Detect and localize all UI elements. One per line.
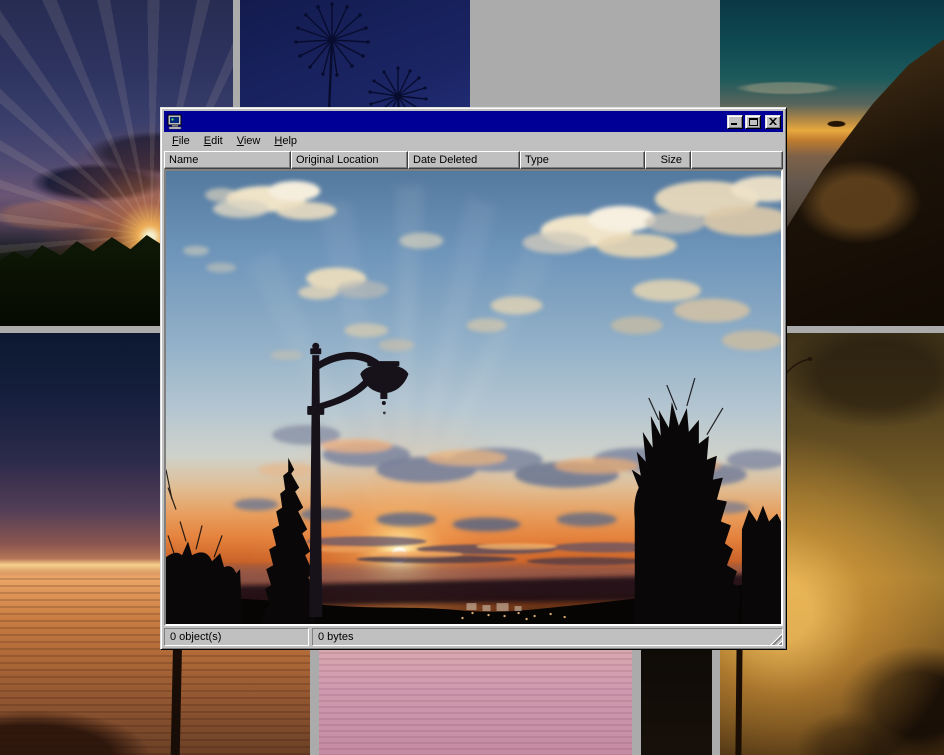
desktop: File Edit View Help Name Original Locati…	[0, 0, 944, 755]
maximize-icon	[749, 118, 758, 126]
menu-edit[interactable]: Edit	[197, 133, 230, 150]
column-header-size[interactable]: Size	[645, 151, 691, 169]
resize-grip[interactable]	[769, 632, 782, 645]
window-system-icon[interactable]	[167, 114, 183, 130]
menu-help[interactable]: Help	[267, 133, 304, 150]
status-objects: 0 object(s)	[164, 628, 309, 646]
close-icon	[769, 118, 777, 125]
status-bytes: 0 bytes	[312, 628, 783, 646]
list-background-sunset-photo	[166, 171, 781, 624]
status-bytes-text: 0 bytes	[318, 631, 353, 643]
column-header-date-deleted[interactable]: Date Deleted	[408, 151, 520, 169]
minimize-icon	[731, 118, 739, 125]
menu-bar: File Edit View Help	[164, 132, 783, 151]
amber-pole-silhouette	[735, 643, 742, 755]
lake-pole-silhouette	[171, 633, 183, 755]
maximize-button[interactable]	[745, 115, 761, 129]
file-list-area[interactable]	[164, 169, 783, 626]
computer-icon	[167, 114, 183, 130]
menu-view[interactable]: View	[230, 133, 268, 150]
column-header-original-location[interactable]: Original Location	[291, 151, 408, 169]
window-titlebar[interactable]	[164, 111, 783, 132]
column-headers: Name Original Location Date Deleted Type…	[164, 151, 783, 169]
recycle-bin-window: File Edit View Help Name Original Locati…	[160, 107, 787, 650]
minimize-button[interactable]	[727, 115, 743, 129]
column-header-type[interactable]: Type	[520, 151, 645, 169]
window-controls	[727, 115, 781, 129]
close-button[interactable]	[765, 115, 781, 129]
status-bar: 0 object(s) 0 bytes	[164, 628, 783, 646]
column-header-filler	[691, 151, 783, 169]
menu-file[interactable]: File	[165, 133, 197, 150]
column-header-name[interactable]: Name	[164, 151, 291, 169]
